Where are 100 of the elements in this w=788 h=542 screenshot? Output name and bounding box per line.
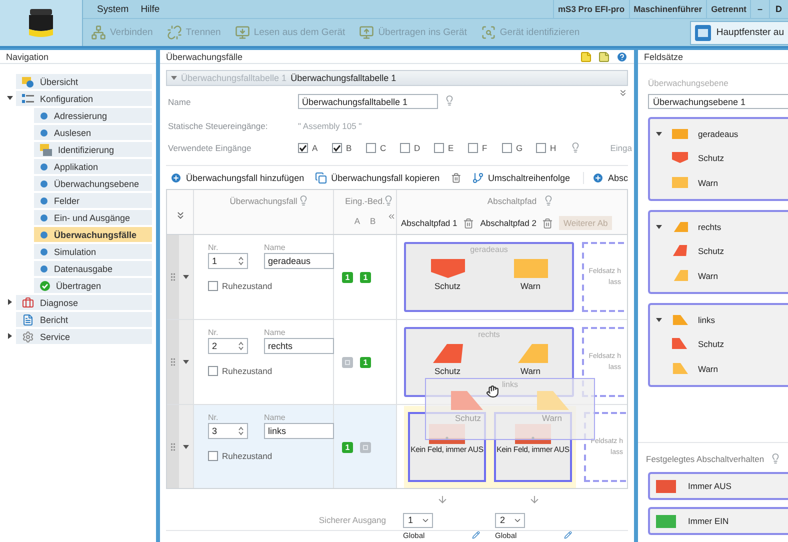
window-button[interactable]: –	[750, 0, 768, 18]
add-path-button[interactable]: Absc	[582, 172, 628, 184]
group-name: rechts	[698, 222, 722, 232]
checkbox[interactable]	[298, 142, 308, 152]
checkbox[interactable]	[502, 142, 512, 152]
nav-item[interactable]: Ein- und Ausgänge	[34, 210, 152, 225]
tile-title: geradeaus	[470, 245, 508, 254]
field-label: Name	[264, 328, 286, 337]
fixed-behavior-item[interactable]: Immer EIN	[648, 507, 788, 535]
field-label: Statische Steuereingänge:	[168, 120, 269, 130]
help-icon[interactable]	[570, 142, 581, 153]
expanded-arrow-icon[interactable]	[656, 224, 662, 230]
help-icon[interactable]	[616, 50, 628, 62]
name-field[interactable]: geradeaus	[264, 253, 334, 269]
checkbox[interactable]	[536, 142, 546, 152]
checkbox[interactable]	[434, 142, 444, 152]
output-select[interactable]: 2	[495, 512, 525, 528]
collapsed-arrow-icon[interactable]	[7, 299, 13, 305]
help-icon[interactable]	[444, 94, 455, 106]
nav-item[interactable]: Identifizierung	[34, 142, 152, 157]
nav-item[interactable]: Applikation	[34, 159, 152, 174]
checkbox[interactable]	[208, 366, 218, 376]
expanded-arrow-icon[interactable]	[656, 316, 662, 322]
nav-item[interactable]: Übersicht	[16, 74, 152, 89]
check-icon	[40, 280, 50, 290]
nav-item[interactable]: Überwachungsebene	[34, 176, 152, 191]
checkbox[interactable]	[208, 451, 218, 461]
field-label: Schutz	[434, 281, 460, 291]
collapsed-arrow-icon[interactable]	[7, 333, 13, 339]
expanded-arrow-icon[interactable]	[656, 130, 662, 136]
checkbox[interactable]	[366, 142, 376, 152]
edit-icon[interactable]	[564, 531, 572, 539]
nav-item[interactable]: Bericht	[16, 312, 152, 327]
expanded-arrow-icon[interactable]	[7, 95, 13, 101]
panel-title: Überwachungsfälle	[166, 52, 243, 62]
checkbox[interactable]	[400, 142, 410, 152]
device-icon	[40, 144, 52, 156]
note-icon[interactable]	[580, 50, 592, 62]
add-case-button[interactable]: Überwachungsfall hinzufügen	[170, 172, 304, 184]
nav-item[interactable]: Adressierung	[34, 108, 152, 123]
level-select[interactable]: Überwachungsebene 1	[648, 94, 788, 109]
drag-handle-icon[interactable]	[168, 357, 178, 367]
nav-item[interactable]: Simulation	[34, 244, 152, 259]
checkbox[interactable]	[332, 142, 342, 152]
output-select[interactable]: 1	[403, 512, 433, 528]
number-spinner[interactable]: 3	[208, 423, 248, 439]
drag-handle-icon[interactable]	[168, 272, 178, 282]
nav-item[interactable]: Konfiguration	[16, 91, 152, 106]
delete-icon[interactable]	[450, 172, 461, 184]
panel-title: Navigation	[6, 52, 49, 62]
delete-icon[interactable]	[542, 218, 554, 228]
switch-order-button[interactable]: Umschaltreihenfolge	[472, 172, 570, 184]
help-icon[interactable]	[543, 195, 554, 206]
nav-item[interactable]: Diagnose	[16, 295, 152, 310]
nav-item[interactable]: Überwachungsfälle	[34, 227, 152, 242]
breadcrumb-item[interactable]: Überwachungsfalltabelle 1	[290, 73, 396, 83]
caret-icon[interactable]	[183, 444, 189, 450]
nav-item[interactable]: Datenausgabe	[34, 261, 152, 276]
condition-badge: 1	[342, 442, 353, 452]
fixed-behavior-item[interactable]: Immer AUS	[648, 472, 788, 500]
field-set-group[interactable]: links Schutz Warn	[648, 303, 788, 387]
static-value: " Assembly 105 "	[298, 120, 362, 130]
expand-all-icon[interactable]	[174, 210, 186, 220]
nav-item[interactable]: Service	[16, 329, 152, 344]
nav-item[interactable]: Auslesen	[34, 125, 152, 140]
help-icon[interactable]	[770, 453, 782, 464]
help-icon[interactable]	[298, 195, 309, 206]
name-field[interactable]: Überwachungsfalltabelle 1	[298, 94, 438, 109]
window-button[interactable]: D	[768, 0, 788, 18]
number-spinner[interactable]: 1	[208, 253, 248, 269]
caret-icon[interactable]	[171, 75, 177, 81]
field-set-group[interactable]: geradeaus Schutz Warn	[648, 117, 788, 201]
main-window-button[interactable]: Hauptfenster au	[690, 20, 788, 44]
app-icon	[695, 24, 712, 40]
hand-cursor-icon	[486, 385, 499, 398]
field-set-tile[interactable]: geradeaus Schutz Warn	[404, 242, 574, 312]
nav-item[interactable]: Felder	[34, 193, 152, 208]
field-set-group[interactable]: rechts Schutz Warn	[648, 210, 788, 294]
help-icon[interactable]	[383, 195, 394, 206]
copy-case-button[interactable]: Überwachungsfall kopieren	[315, 172, 440, 184]
note-icon[interactable]	[598, 50, 610, 62]
nav-item[interactable]: Übertragen	[34, 278, 152, 293]
checkbox[interactable]	[468, 142, 478, 152]
collapse-icon[interactable]	[618, 88, 628, 98]
checkbox[interactable]	[208, 281, 218, 291]
edit-icon[interactable]	[472, 531, 480, 539]
checkbox-label: B	[346, 142, 352, 152]
caret-icon[interactable]	[183, 359, 189, 365]
step-dot-icon	[40, 214, 48, 222]
caret-icon[interactable]	[183, 274, 189, 280]
number-spinner[interactable]: 2	[208, 338, 248, 354]
drag-handle-icon[interactable]	[168, 442, 178, 452]
field-label: Warn	[520, 366, 540, 376]
name-field[interactable]: links	[264, 423, 334, 439]
delete-icon[interactable]	[463, 218, 474, 228]
menu-item[interactable]: System	[91, 4, 135, 14]
collapse-icon[interactable]	[387, 212, 396, 221]
behavior-label: Immer EIN	[688, 516, 729, 526]
name-field[interactable]: rechts	[264, 338, 334, 354]
menu-item[interactable]: Hilfe	[134, 4, 166, 14]
